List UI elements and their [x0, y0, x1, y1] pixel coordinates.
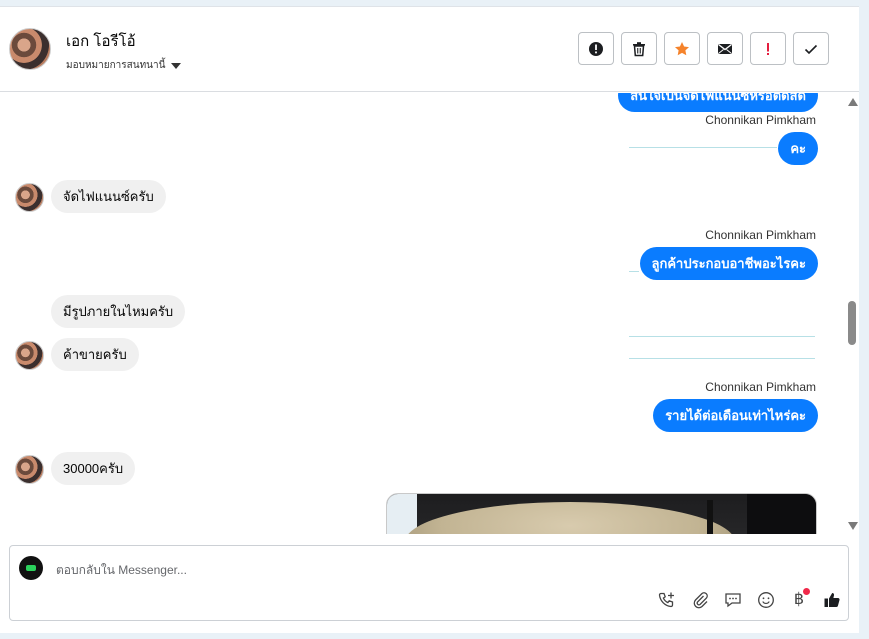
scroll-up-arrow-icon[interactable]	[848, 98, 858, 106]
call-button[interactable]	[657, 590, 677, 610]
reply-composer: ฿	[9, 545, 849, 621]
incoming-message[interactable]: จัดไฟแนนซ์ครับ	[51, 180, 166, 213]
reply-input[interactable]	[54, 559, 658, 581]
trash-icon	[633, 41, 645, 56]
thumbs-up-icon	[824, 593, 840, 607]
sender-name: Chonnikan Pimkham	[705, 113, 816, 127]
mark-unread-button[interactable]	[707, 32, 743, 65]
message-divider	[629, 147, 777, 148]
paperclip-icon	[693, 592, 708, 609]
mail-icon	[718, 43, 732, 54]
star-icon	[675, 41, 689, 55]
assign-label: มอบหมายการสนทนานี้	[66, 60, 166, 71]
attach-button[interactable]	[690, 590, 710, 610]
scrollbar-thumb[interactable]	[848, 301, 856, 345]
assign-conversation-dropdown[interactable]: มอบหมายการสนทนานี้	[66, 58, 182, 73]
composer-tools: ฿	[657, 588, 842, 610]
star-button[interactable]	[664, 32, 700, 65]
image-attachment[interactable]	[386, 493, 817, 534]
conversation-panel: เอก โอรีโอ้ มอบหมายการสนทนานี้ สนใจเป็นจ…	[0, 6, 859, 633]
saved-replies-button[interactable]	[723, 590, 743, 610]
notification-dot	[803, 588, 810, 595]
mark-done-button[interactable]	[793, 32, 829, 65]
message-divider	[629, 271, 639, 272]
smiley-icon	[758, 592, 774, 608]
payment-button[interactable]: ฿	[789, 588, 810, 610]
outgoing-message[interactable]: สนใจเป็นจัดไฟแนนซ์หรือตัดสด	[618, 93, 818, 112]
outgoing-message[interactable]: ลูกค้าประกอบอาชีพอะไรคะ	[639, 247, 818, 280]
check-icon	[804, 44, 818, 54]
like-button[interactable]	[822, 590, 842, 610]
message-list[interactable]: สนใจเป็นจัดไฟแนนซ์หรือตัดสด Chonnikan Pi…	[0, 93, 845, 534]
message-scrollbar[interactable]	[845, 93, 859, 535]
incoming-message[interactable]: ค้าขายครับ	[51, 338, 139, 371]
incoming-message[interactable]: 30000ครับ	[51, 452, 136, 485]
message-divider	[629, 358, 815, 359]
contact-avatar-small	[15, 183, 44, 212]
chat-bubble-icon	[725, 593, 741, 608]
scroll-down-arrow-icon[interactable]	[848, 522, 858, 530]
outgoing-message[interactable]: คะ	[778, 132, 818, 165]
contact-avatar-small	[15, 341, 44, 370]
delete-button[interactable]	[621, 32, 657, 65]
contact-avatar-small	[15, 455, 44, 484]
emoji-button[interactable]	[756, 590, 776, 610]
message-divider	[629, 336, 815, 337]
contact-name[interactable]: เอก โอรีโอ้	[66, 29, 136, 53]
outgoing-message[interactable]: รายได้ต่อเดือนเท่าไหร่คะ	[653, 399, 818, 432]
incoming-message[interactable]: มีรูปภายในไหมครับ	[51, 295, 186, 328]
follow-up-button[interactable]	[750, 32, 786, 65]
alert-circle-icon	[589, 41, 603, 56]
contact-avatar[interactable]	[9, 28, 51, 70]
page-avatar	[19, 556, 43, 580]
conversation-header: เอก โอรีโอ้ มอบหมายการสนทนานี้	[0, 6, 859, 92]
sender-name: Chonnikan Pimkham	[705, 228, 816, 242]
caret-down-icon	[171, 62, 182, 69]
phone-plus-icon	[658, 592, 674, 608]
header-actions	[578, 32, 829, 65]
exclamation-icon	[767, 42, 769, 55]
sender-name: Chonnikan Pimkham	[705, 380, 816, 394]
mark-spam-button[interactable]	[578, 32, 614, 65]
